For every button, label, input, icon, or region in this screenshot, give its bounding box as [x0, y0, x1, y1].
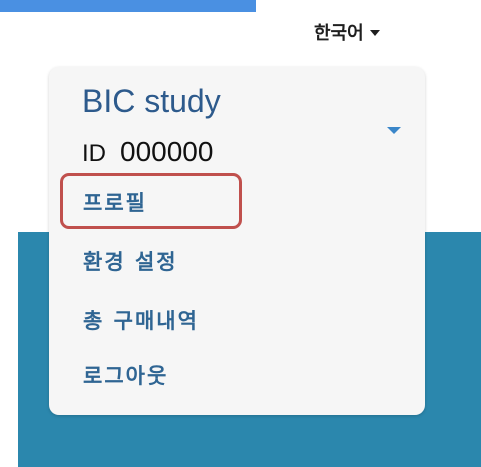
account-dropdown: BIC study ID 000000 프로필 환경 설정 총 구매내역 로그아…	[49, 67, 425, 415]
menu-item-settings[interactable]: 환경 설정	[83, 248, 178, 276]
dropdown-toggle[interactable]	[382, 123, 406, 143]
caret-down-icon	[369, 30, 380, 36]
menu-item-logout[interactable]: 로그아웃	[83, 362, 168, 390]
user-id: ID 000000	[82, 136, 213, 168]
account-name: BIC study	[82, 83, 221, 119]
language-selector[interactable]: 한국어	[314, 17, 380, 47]
top-bar-strip	[0, 0, 256, 12]
triangle-down-icon	[387, 127, 401, 134]
user-id-value: 000000	[120, 136, 214, 167]
language-label: 한국어	[314, 23, 364, 44]
menu-item-profile[interactable]: 프로필	[83, 189, 147, 217]
user-id-label: ID	[82, 140, 106, 167]
menu-item-purchase-history[interactable]: 총 구매내역	[83, 307, 199, 335]
